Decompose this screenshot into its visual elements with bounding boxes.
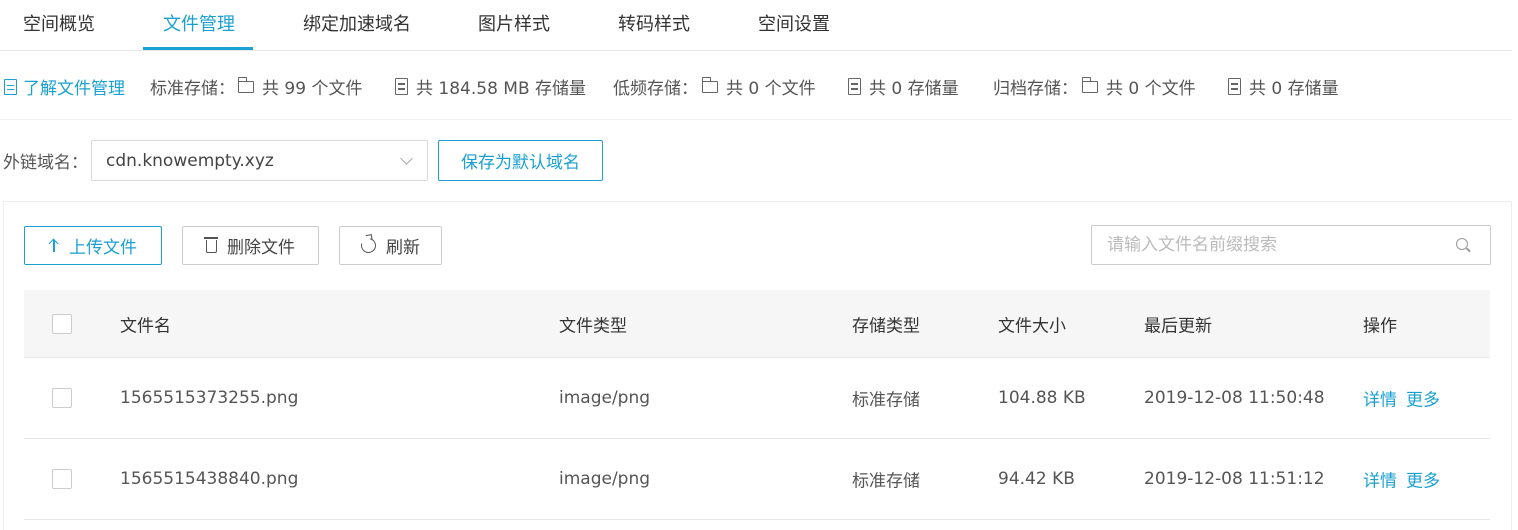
learn-file-management-link[interactable]: 了解文件管理 <box>4 74 125 99</box>
tab-space-settings[interactable]: 空间设置 <box>758 10 830 36</box>
document-icon <box>4 78 17 95</box>
last-updated: 2019-12-08 11:50:48 <box>1144 388 1325 408</box>
tab-space-overview[interactable]: 空间概览 <box>23 10 95 36</box>
archive-size-stat: 共 0 存储量 <box>1228 74 1339 99</box>
column-header-actions: 操作 <box>1363 316 1397 336</box>
trash-icon <box>204 237 218 253</box>
infrequent-files-count: 共 0 个文件 <box>726 79 816 99</box>
storage-icon <box>848 78 861 95</box>
domain-label: 外链域名： <box>3 153 88 173</box>
domain-select[interactable]: cdn.knowempty.xyz <box>91 140 428 181</box>
detail-link[interactable]: 详情 <box>1363 467 1397 492</box>
search-box <box>1091 225 1491 265</box>
folder-icon <box>237 76 254 93</box>
delete-file-button[interactable]: 删除文件 <box>182 226 319 265</box>
standard-size-value: 共 184.58 MB 存储量 <box>416 79 587 99</box>
chevron-down-icon <box>400 152 413 165</box>
standard-files-stat: 共 99 个文件 <box>237 74 363 99</box>
storage-icon <box>1228 78 1241 95</box>
upload-icon <box>49 239 59 252</box>
detail-link[interactable]: 详情 <box>1363 386 1397 411</box>
refresh-icon <box>358 235 379 256</box>
refresh-label: 刷新 <box>386 238 420 258</box>
table-row: 1565515438840.png image/png 标准存储 94.42 K… <box>24 439 1490 520</box>
upload-label: 上传文件 <box>69 238 137 258</box>
table-header: 文件名 文件类型 存储类型 文件大小 最后更新 操作 <box>24 290 1490 358</box>
more-link[interactable]: 更多 <box>1406 467 1440 492</box>
infrequent-storage-label: 低频存储： <box>613 79 698 99</box>
folder-icon <box>1081 76 1098 93</box>
column-header-type: 文件类型 <box>559 316 627 336</box>
row-checkbox[interactable] <box>52 469 72 489</box>
upload-file-button[interactable]: 上传文件 <box>24 226 162 265</box>
table-row: 1565515373255.png image/png 标准存储 104.88 … <box>24 358 1490 439</box>
save-default-domain-button[interactable]: 保存为默认域名 <box>438 140 603 181</box>
standard-storage-label: 标准存储： <box>150 79 235 99</box>
refresh-button[interactable]: 刷新 <box>339 226 442 265</box>
storage-stats: 了解文件管理 标准存储： 共 99 个文件 共 184.58 MB 存储量 低频… <box>0 52 1512 120</box>
file-name: 1565515438840.png <box>120 469 299 489</box>
column-header-size: 文件大小 <box>998 316 1066 336</box>
infrequent-size-value: 共 0 存储量 <box>869 79 959 99</box>
file-type: image/png <box>559 469 651 489</box>
standard-size-stat: 共 184.58 MB 存储量 <box>395 74 586 99</box>
column-header-storage: 存储类型 <box>852 316 920 336</box>
file-size: 94.42 KB <box>998 469 1075 489</box>
file-type: image/png <box>559 388 651 408</box>
tab-file-management[interactable]: 文件管理 <box>163 10 235 36</box>
folder-icon <box>701 76 718 93</box>
archive-files-count: 共 0 个文件 <box>1106 79 1196 99</box>
delete-label: 删除文件 <box>227 238 295 258</box>
storage-type: 标准存储 <box>852 390 920 411</box>
active-tab-indicator <box>143 47 253 50</box>
infrequent-files-stat: 共 0 个文件 <box>701 74 816 99</box>
select-all-checkbox[interactable] <box>52 313 72 334</box>
last-updated: 2019-12-08 11:51:12 <box>1144 469 1325 489</box>
domain-selected-value: cdn.knowempty.xyz <box>106 150 274 171</box>
tab-bind-domain[interactable]: 绑定加速域名 <box>303 10 411 36</box>
file-name: 1565515373255.png <box>120 388 299 408</box>
search-icon[interactable] <box>1456 238 1468 250</box>
archive-size-value: 共 0 存储量 <box>1249 79 1339 99</box>
tab-bar: 空间概览 文件管理 绑定加速域名 图片样式 转码样式 空间设置 <box>0 0 1512 51</box>
storage-icon <box>395 78 408 95</box>
learn-link-label: 了解文件管理 <box>23 79 125 99</box>
file-size: 104.88 KB <box>998 388 1086 408</box>
archive-storage-label: 归档存储： <box>993 79 1078 99</box>
search-input[interactable] <box>1092 226 1432 264</box>
tab-image-style[interactable]: 图片样式 <box>478 10 550 36</box>
more-link[interactable]: 更多 <box>1406 386 1440 411</box>
archive-files-stat: 共 0 个文件 <box>1081 74 1196 99</box>
column-header-updated: 最后更新 <box>1144 316 1212 336</box>
storage-type: 标准存储 <box>852 471 920 492</box>
standard-files-count: 共 99 个文件 <box>262 79 363 99</box>
row-checkbox[interactable] <box>52 388 72 408</box>
column-header-name: 文件名 <box>120 316 171 336</box>
infrequent-size-stat: 共 0 存储量 <box>848 74 959 99</box>
tab-transcode-style[interactable]: 转码样式 <box>618 10 690 36</box>
